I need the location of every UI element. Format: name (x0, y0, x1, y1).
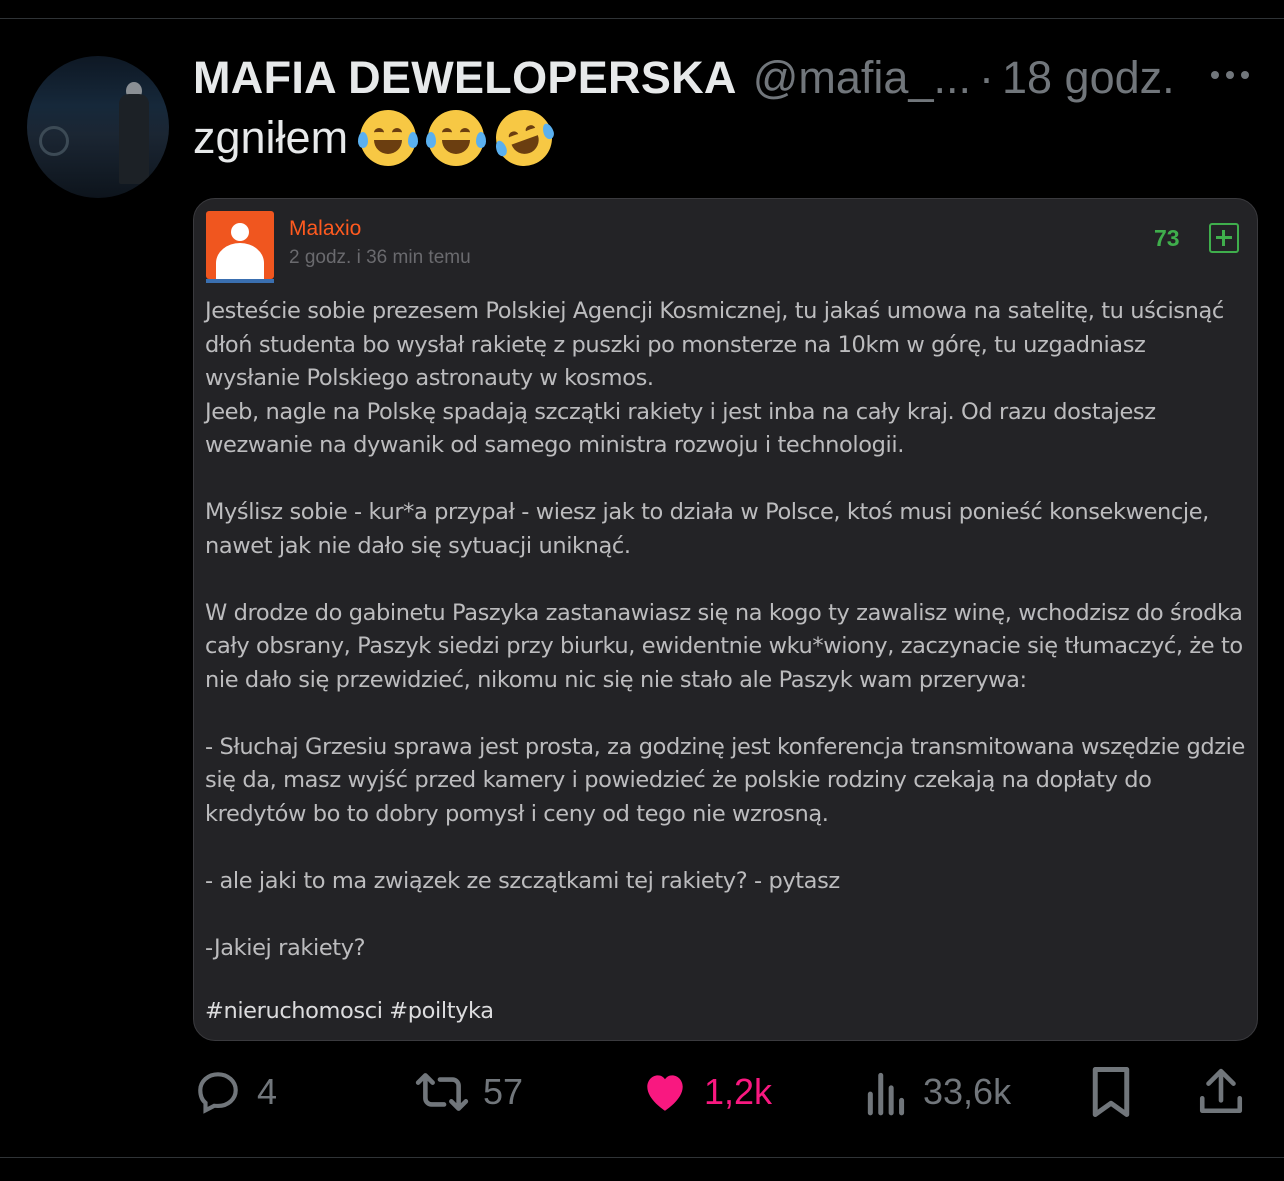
tears-of-joy-emoji-icon (426, 110, 487, 166)
top-divider (0, 18, 1284, 19)
post-paragraph: Jesteście sobie prezesem Polskiej Agencj… (205, 298, 1224, 391)
views-icon (867, 1072, 905, 1116)
share-icon (1199, 1068, 1243, 1114)
card-post-tags: #nieruchomosci #poiltyka (205, 998, 494, 1024)
share-button[interactable] (1198, 1062, 1244, 1122)
tweet-text-content: zgniłem (193, 112, 349, 163)
card-vote-count: 73 (1154, 225, 1180, 251)
card-post-time: 2 godz. i 36 min temu (289, 247, 471, 268)
heart-icon (647, 1075, 683, 1111)
avatar-lamp (39, 126, 69, 156)
like-button[interactable]: 1,2k (640, 1062, 772, 1122)
post-paragraph: Jeeb, nagle na Polskę spadają szczątki r… (205, 398, 1156, 459)
separator-dot: · (979, 52, 994, 103)
embedded-screenshot-card[interactable]: Malaxio 2 godz. i 36 min temu 73 Jesteśc… (193, 198, 1258, 1041)
tweet-header: MAFIA DEWELOPERSKA @mafia_... · 18 godz. (193, 48, 1175, 108)
post-paragraph: Myślisz sobie - kur*a przypał - wiesz ja… (205, 499, 1209, 559)
post-paragraph: - ale jaki to ma związek ze szczątkami t… (205, 867, 840, 894)
rofl-emoji-icon (488, 102, 560, 174)
post-paragraph: W drodze do gabinetu Paszyka zastanawias… (205, 599, 1243, 693)
avatar-person-body (119, 94, 149, 184)
avatar[interactable] (27, 56, 169, 198)
bottom-divider (0, 1157, 1284, 1158)
tweet-actions: 4 57 1,2k 33,6k (193, 1062, 1263, 1122)
post-paragraph: - Słuchaj Grzesiu sprawa jest prosta, za… (205, 733, 1245, 827)
reply-icon (198, 1072, 238, 1114)
bookmark-icon (1092, 1067, 1130, 1117)
reply-button[interactable]: 4 (193, 1062, 277, 1122)
plus-icon (1209, 223, 1239, 253)
tweet-text: zgniłem (193, 102, 560, 174)
retweet-count: 57 (483, 1071, 524, 1112)
more-options-icon[interactable] (1206, 60, 1254, 90)
card-author-name: Malaxio (289, 217, 362, 240)
card-author-avatar (206, 211, 274, 279)
user-handle[interactable]: @mafia_... (753, 52, 971, 104)
display-name[interactable]: MAFIA DEWELOPERSKA (193, 52, 737, 104)
retweet-button[interactable]: 57 (415, 1062, 523, 1122)
like-count: 1,2k (704, 1071, 773, 1112)
card-avatar-bar (206, 279, 274, 283)
post-paragraph: -Jakiej rakiety? (205, 934, 366, 961)
tweet-time[interactable]: 18 godz. (1002, 52, 1175, 104)
card-post-body: Jesteście sobie prezesem Polskiej Agencj… (205, 295, 1245, 965)
retweet-icon (415, 1073, 469, 1111)
reply-count: 4 (257, 1071, 278, 1112)
views-count: 33,6k (923, 1071, 1012, 1112)
bookmark-button[interactable] (1088, 1062, 1134, 1122)
tears-of-joy-emoji-icon (358, 110, 419, 166)
views-button[interactable]: 33,6k (865, 1062, 1011, 1122)
